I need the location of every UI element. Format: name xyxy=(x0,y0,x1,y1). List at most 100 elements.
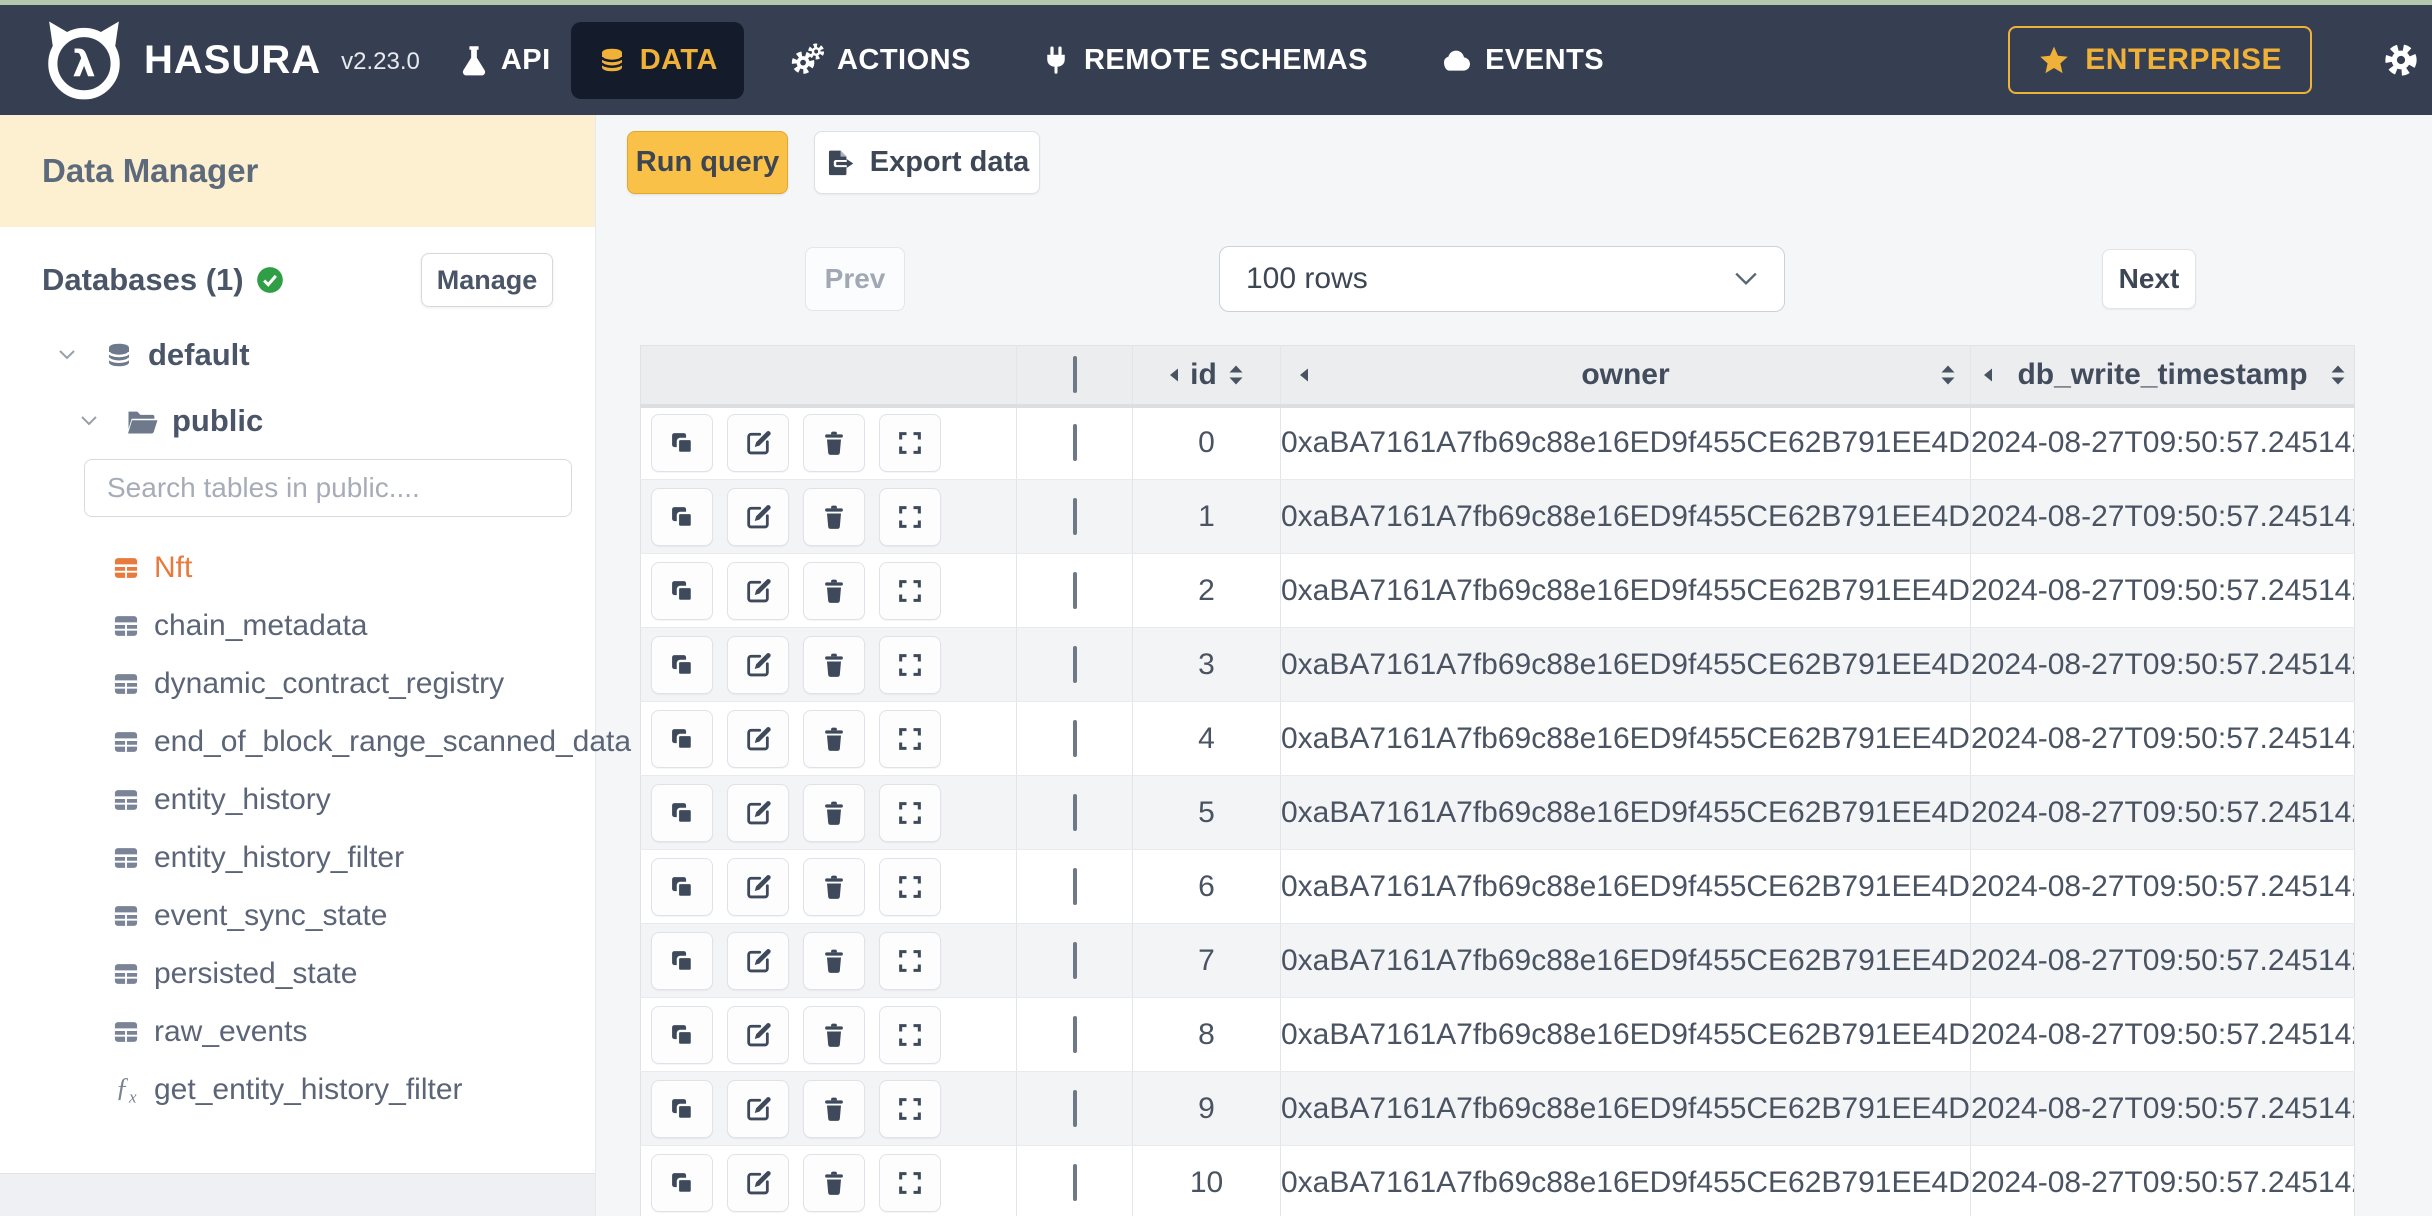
delete-row-button[interactable] xyxy=(803,561,865,620)
sidebar-item-dynamic_contract_registry[interactable]: ƒx dynamic_contract_registry xyxy=(0,655,595,713)
edit-row-button[interactable] xyxy=(727,1153,789,1212)
row-checkbox[interactable] xyxy=(1072,941,1077,979)
cell-id: 4 xyxy=(1132,701,1281,776)
column-header-owner[interactable]: owner xyxy=(1280,345,1971,408)
edit-row-button[interactable] xyxy=(727,561,789,620)
chevron-down-icon[interactable] xyxy=(56,344,78,366)
clone-row-button[interactable] xyxy=(651,1079,713,1138)
nav-tab-events[interactable]: EVENTS xyxy=(1440,44,1604,77)
clone-row-button[interactable] xyxy=(651,487,713,546)
row-checkbox[interactable] xyxy=(1072,1015,1077,1053)
sidebar-item-entity_history_filter[interactable]: ƒx entity_history_filter xyxy=(0,829,595,887)
trash-icon xyxy=(820,799,848,827)
row-checkbox[interactable] xyxy=(1072,867,1077,905)
expand-row-button[interactable] xyxy=(879,931,941,990)
nav-tab-remote-schemas[interactable]: REMOTE SCHEMAS xyxy=(1041,44,1368,77)
collapse-column-icon[interactable] xyxy=(1169,367,1179,383)
row-checkbox[interactable] xyxy=(1072,719,1077,757)
delete-row-button[interactable] xyxy=(803,709,865,768)
clone-row-button[interactable] xyxy=(651,783,713,842)
row-checkbox[interactable] xyxy=(1072,571,1077,609)
row-checkbox[interactable] xyxy=(1072,1163,1077,1201)
edit-row-button[interactable] xyxy=(727,931,789,990)
manage-button[interactable]: Manage xyxy=(421,253,553,307)
expand-row-button[interactable] xyxy=(879,1079,941,1138)
page-size-select[interactable]: 100 rows xyxy=(1219,246,1785,312)
cell-id: 9 xyxy=(1132,1071,1281,1146)
clone-row-button[interactable] xyxy=(651,931,713,990)
edit-row-button[interactable] xyxy=(727,1079,789,1138)
expand-row-button[interactable] xyxy=(879,709,941,768)
sidebar-item-persisted_state[interactable]: ƒx persisted_state xyxy=(0,945,595,1003)
export-data-button[interactable]: Export data xyxy=(814,131,1040,194)
edit-row-button[interactable] xyxy=(727,857,789,916)
expand-row-button[interactable] xyxy=(879,857,941,916)
sidebar-item-event_sync_state[interactable]: ƒx event_sync_state xyxy=(0,887,595,945)
delete-row-button[interactable] xyxy=(803,783,865,842)
delete-row-button[interactable] xyxy=(803,1005,865,1064)
delete-row-button[interactable] xyxy=(803,635,865,694)
database-icon xyxy=(104,340,134,370)
expand-row-button[interactable] xyxy=(879,783,941,842)
edit-row-button[interactable] xyxy=(727,709,789,768)
select-all-checkbox[interactable] xyxy=(1072,355,1077,393)
sidebar-table-label: chain_metadata xyxy=(154,609,368,642)
edit-row-button[interactable] xyxy=(727,1005,789,1064)
nav-tab-data[interactable]: DATA xyxy=(570,21,744,99)
clone-row-button[interactable] xyxy=(651,1153,713,1212)
clone-row-button[interactable] xyxy=(651,857,713,916)
row-checkbox[interactable] xyxy=(1072,645,1077,683)
sidebar-item-get_entity_history_filter[interactable]: ƒx get_entity_history_filter xyxy=(0,1061,595,1119)
expand-row-button[interactable] xyxy=(879,561,941,620)
row-checkbox[interactable] xyxy=(1072,497,1077,535)
edit-row-button[interactable] xyxy=(727,414,789,473)
sort-icon[interactable] xyxy=(2330,364,2346,386)
delete-row-button[interactable] xyxy=(803,414,865,473)
rows-table: id owner db_write_timestamp 0 0xaBA7161A… xyxy=(640,345,2355,1216)
delete-row-button[interactable] xyxy=(803,1153,865,1212)
row-checkbox[interactable] xyxy=(1072,793,1077,831)
edit-row-button[interactable] xyxy=(727,783,789,842)
search-tables-input[interactable] xyxy=(84,459,572,517)
edit-row-button[interactable] xyxy=(727,487,789,546)
settings-gear-icon[interactable] xyxy=(2382,41,2420,79)
run-query-button[interactable]: Run query xyxy=(627,131,788,194)
chevron-down-icon[interactable] xyxy=(78,410,100,432)
sidebar-item-Nft[interactable]: ƒx Nft xyxy=(0,539,595,597)
sidebar-item-chain_metadata[interactable]: ƒx chain_metadata xyxy=(0,597,595,655)
sidebar-item-end_of_block_range_scanned_data[interactable]: ƒx end_of_block_range_scanned_data xyxy=(0,713,631,771)
expand-row-button[interactable] xyxy=(879,1005,941,1064)
nav-tab-api[interactable]: API xyxy=(460,44,551,77)
clone-row-button[interactable] xyxy=(651,635,713,694)
tree-node-public-schema[interactable]: public xyxy=(78,403,595,439)
delete-row-button[interactable] xyxy=(803,857,865,916)
clone-row-button[interactable] xyxy=(651,1005,713,1064)
enterprise-button[interactable]: ENTERPRISE xyxy=(2008,26,2312,94)
column-header-db-write-timestamp[interactable]: db_write_timestamp xyxy=(1970,345,2355,408)
expand-row-button[interactable] xyxy=(879,414,941,473)
collapse-column-icon[interactable] xyxy=(1299,367,1309,383)
sort-icon[interactable] xyxy=(1228,364,1244,386)
next-page-button[interactable]: Next xyxy=(2102,249,2196,309)
delete-row-button[interactable] xyxy=(803,1079,865,1138)
expand-row-button[interactable] xyxy=(879,487,941,546)
expand-row-button[interactable] xyxy=(879,1153,941,1212)
tree-node-default-db[interactable]: default xyxy=(56,337,595,373)
column-header-id[interactable]: id xyxy=(1132,345,1281,408)
expand-row-button[interactable] xyxy=(879,635,941,694)
sort-icon[interactable] xyxy=(1940,364,1956,386)
row-checkbox[interactable] xyxy=(1072,424,1077,462)
nav-tab-actions[interactable]: ACTIONS xyxy=(790,43,971,77)
prev-page-button[interactable]: Prev xyxy=(805,247,905,311)
delete-row-button[interactable] xyxy=(803,931,865,990)
sidebar-item-raw_events[interactable]: ƒx raw_events xyxy=(0,1003,595,1061)
clone-row-button[interactable] xyxy=(651,709,713,768)
clone-row-button[interactable] xyxy=(651,414,713,473)
delete-row-button[interactable] xyxy=(803,487,865,546)
row-checkbox[interactable] xyxy=(1072,1089,1077,1127)
edit-icon xyxy=(744,725,772,753)
sidebar-item-entity_history[interactable]: ƒx entity_history xyxy=(0,771,595,829)
collapse-column-icon[interactable] xyxy=(1983,367,1993,383)
clone-row-button[interactable] xyxy=(651,561,713,620)
edit-row-button[interactable] xyxy=(727,635,789,694)
